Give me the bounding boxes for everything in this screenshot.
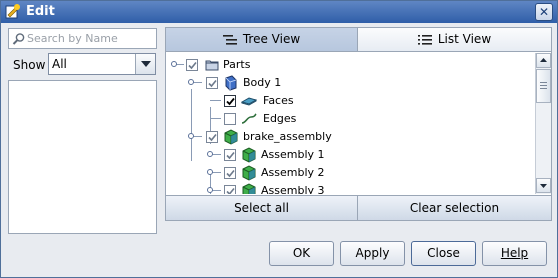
close-button[interactable]: Close (411, 241, 476, 266)
chevron-down-icon (540, 184, 547, 188)
search-input[interactable] (27, 31, 153, 46)
tree-row-assembly-3[interactable]: Assembly 3 (166, 182, 535, 194)
edit-dialog: Edit ✕ Show All Tree View (0, 0, 558, 278)
tree-label: Parts (223, 58, 251, 71)
scroll-down-button[interactable] (536, 178, 551, 193)
chevron-up-icon (540, 58, 547, 62)
tree-view[interactable]: Parts Body 1 Faces Edges brake_assembly … (166, 53, 535, 194)
show-label: Show (13, 58, 46, 72)
tree-label: Assembly 3 (261, 184, 325, 194)
tree-row-faces[interactable]: Faces (166, 92, 535, 110)
tree-label: brake_assembly (243, 130, 332, 143)
clear-selection-button[interactable]: Clear selection (358, 195, 551, 220)
checkbox-brake-assembly[interactable] (206, 131, 218, 143)
search-icon (12, 33, 25, 45)
tab-tree-view-label: Tree View (242, 32, 301, 46)
tree-label: Assembly 2 (261, 166, 325, 179)
edges-icon (241, 113, 257, 124)
expand-toggle-brake-assembly[interactable] (188, 133, 194, 139)
show-selected-value: All (52, 57, 67, 71)
expand-toggle-assembly-3[interactable] (207, 187, 213, 193)
body-icon (225, 75, 237, 91)
tab-list-view[interactable]: List View (358, 28, 551, 52)
expand-toggle-parts[interactable] (171, 61, 177, 67)
help-button[interactable]: Help (482, 241, 547, 266)
apply-button[interactable]: Apply (340, 241, 405, 266)
close-icon[interactable]: ✕ (535, 3, 553, 21)
help-button-label: Help (500, 246, 529, 260)
tree-row-body-1[interactable]: Body 1 (166, 74, 535, 92)
checkbox-edges[interactable] (224, 113, 236, 125)
folder-icon (205, 60, 219, 71)
tree-row-parts[interactable]: Parts (166, 56, 535, 74)
checkmark-icon (188, 61, 197, 70)
chevron-down-icon (141, 61, 151, 67)
checkmark-icon (226, 151, 235, 160)
list-view-icon (417, 35, 432, 45)
tree-row-edges[interactable]: Edges (166, 110, 535, 128)
expand-toggle-body-1[interactable] (188, 79, 194, 85)
assembly-icon (242, 147, 256, 163)
tab-tree-view[interactable]: Tree View (166, 28, 358, 52)
select-all-button[interactable]: Select all (166, 195, 358, 220)
tree-label: Edges (263, 112, 297, 125)
dropdown-arrow-button[interactable] (135, 54, 155, 74)
selection-panel: Tree View List View Parts Body 1 Faces E… (165, 27, 552, 221)
show-dropdown[interactable]: All (48, 53, 156, 75)
search-field[interactable] (8, 28, 157, 49)
vertical-scrollbar[interactable] (535, 53, 551, 194)
tree-row-brake-assembly[interactable]: brake_assembly (166, 128, 535, 146)
tree-label: Assembly 1 (261, 148, 325, 161)
tree-row-assembly-1[interactable]: Assembly 1 (166, 146, 535, 164)
checkbox-faces[interactable] (224, 95, 236, 107)
checkbox-assembly-2[interactable] (224, 167, 236, 179)
app-icon (5, 4, 20, 19)
tree-label: Faces (263, 94, 294, 107)
expand-toggle-assembly-2[interactable] (207, 169, 213, 175)
scroll-up-button[interactable] (536, 53, 551, 68)
ok-button[interactable]: OK (269, 241, 334, 266)
window-title: Edit (26, 4, 55, 19)
checkmark-icon (226, 97, 235, 106)
checkmark-icon (208, 79, 217, 88)
assembly-icon (242, 165, 256, 181)
checkbox-body-1[interactable] (206, 77, 218, 89)
grip-icon (540, 82, 547, 89)
faces-icon (241, 97, 257, 106)
expand-toggle-assembly-1[interactable] (207, 151, 213, 157)
checkmark-icon (226, 187, 235, 194)
checkbox-assembly-1[interactable] (224, 149, 236, 161)
checkbox-assembly-3[interactable] (224, 185, 236, 194)
assembly-icon (224, 129, 238, 145)
scroll-thumb[interactable] (536, 69, 551, 103)
checkmark-icon (208, 133, 217, 142)
tab-list-view-label: List View (437, 32, 492, 46)
tree-row-assembly-2[interactable]: Assembly 2 (166, 164, 535, 182)
assembly-icon (242, 183, 256, 194)
checkmark-icon (226, 169, 235, 178)
tree-view-icon (222, 35, 237, 45)
tree-label: Body 1 (243, 76, 282, 89)
title-bar: Edit ✕ (1, 1, 557, 23)
object-list[interactable] (8, 80, 157, 234)
checkbox-parts[interactable] (186, 59, 198, 71)
